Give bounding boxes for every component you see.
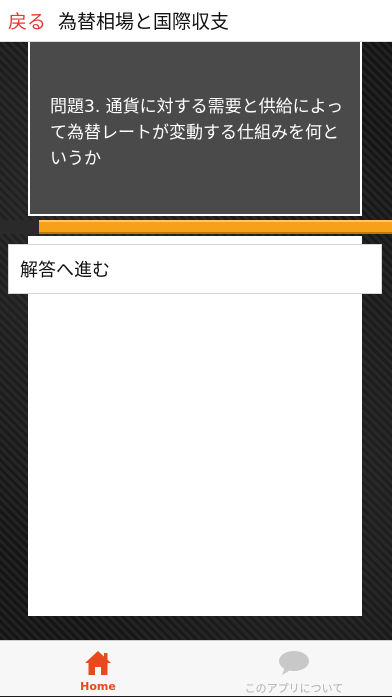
proceed-to-answer-button[interactable]: 解答へ進む <box>8 244 382 294</box>
tab-about-label: このアプリについて <box>244 682 344 695</box>
back-button[interactable]: 戻る <box>8 7 46 34</box>
tab-home-label: Home <box>80 680 116 693</box>
page-title: 為替相場と国際収支 <box>58 11 230 33</box>
home-icon <box>84 649 112 677</box>
speech-bubble-icon <box>278 649 310 677</box>
tab-bar: Home このアプリについて <box>0 640 392 696</box>
question-panel: 問題3. 通貨に対する需要と供給によって為替レートが変動する仕組みを何というか <box>28 42 362 216</box>
progress-bar <box>0 220 392 234</box>
question-text: 問題3. 通貨に対する需要と供給によって為替レートが変動する仕組みを何というか <box>50 97 344 169</box>
progress-fill <box>0 220 40 234</box>
tab-about[interactable]: このアプリについて <box>196 641 392 697</box>
tab-home[interactable]: Home <box>0 641 196 697</box>
header-bar: 戻る 為替相場と国際収支 <box>0 0 392 42</box>
